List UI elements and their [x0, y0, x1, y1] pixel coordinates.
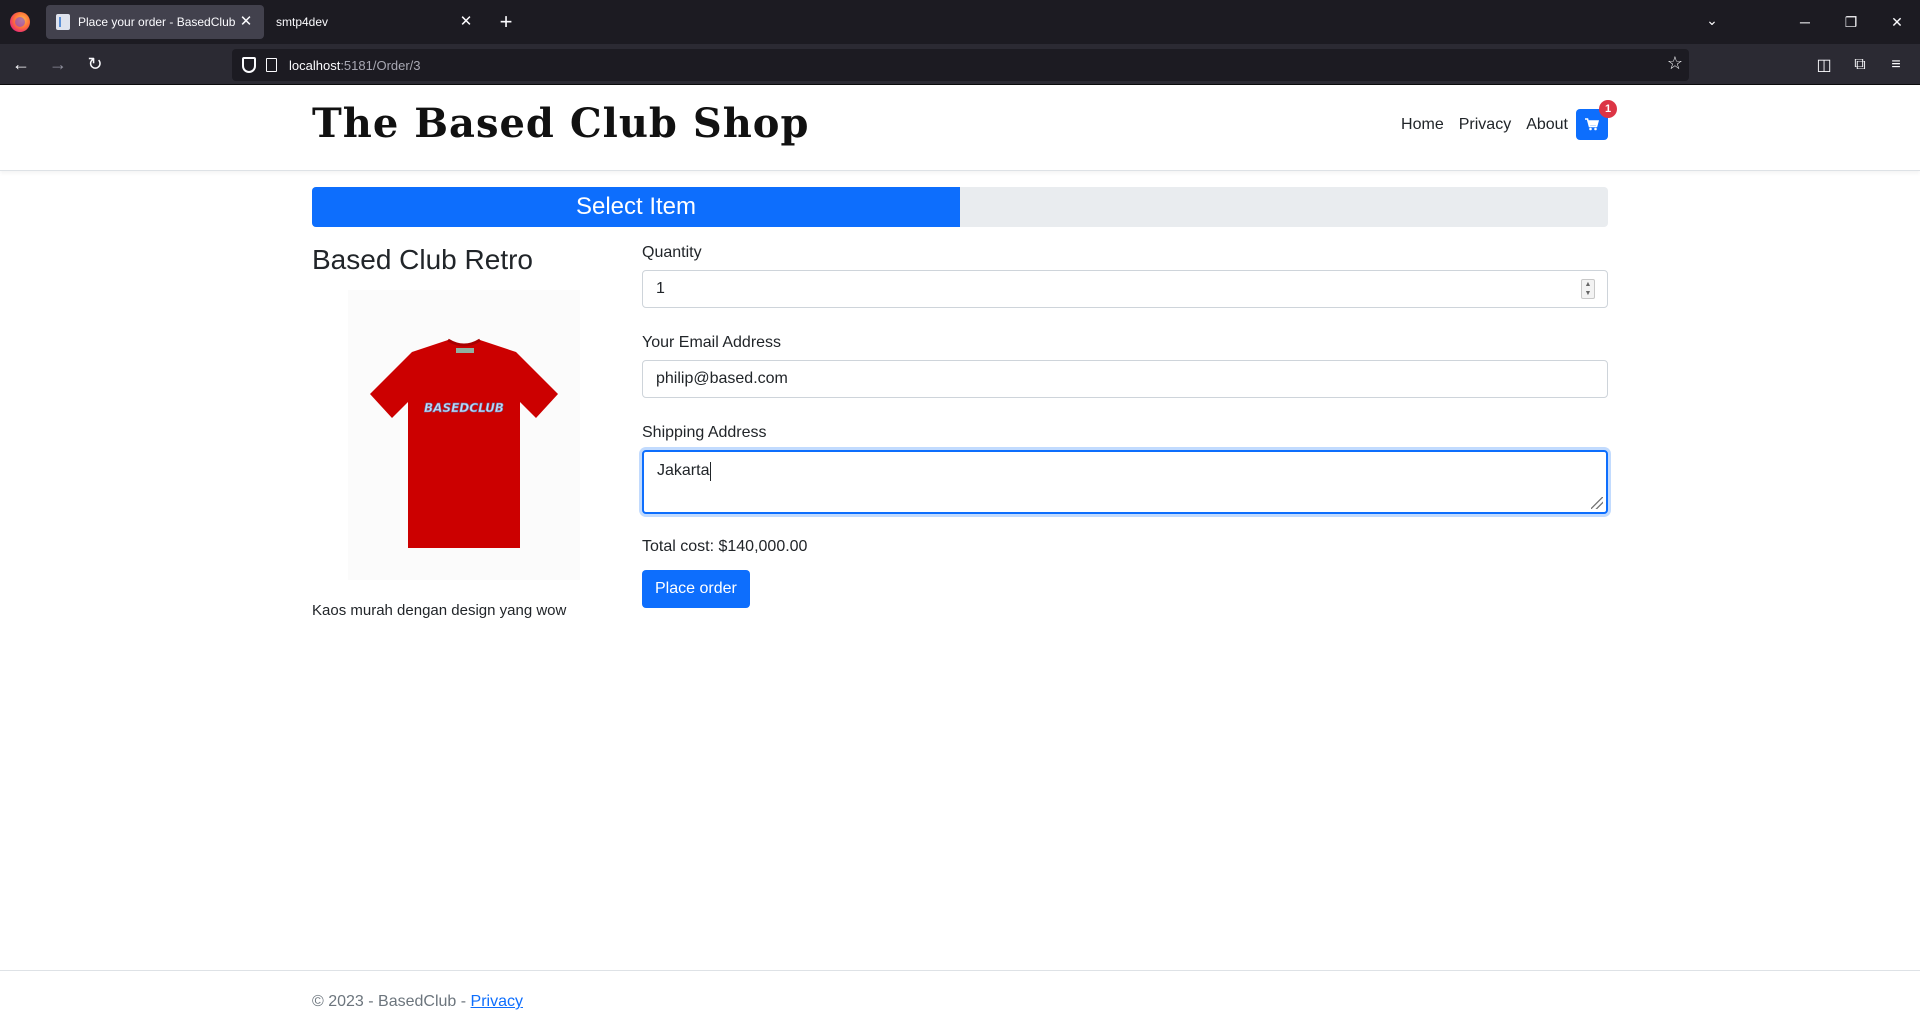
site-nav: Home Privacy About 1 — [1386, 100, 1617, 140]
tab-close-icon[interactable]: ✕ — [458, 14, 474, 30]
nav-home-link[interactable]: Home — [1401, 116, 1444, 134]
site-brand[interactable]: The Based Club Shop — [312, 100, 809, 147]
tab-title: Place your order - BasedClub — [78, 15, 236, 29]
quantity-label: Quantity — [642, 244, 702, 261]
reload-icon[interactable]: ↻ — [79, 48, 111, 80]
browser-toolbar: ← → ↻ localhost:5181/Order/3 ☆ ◫ ⧉ ≡ — [0, 44, 1920, 85]
address-label: Shipping Address — [642, 424, 767, 441]
address-bar[interactable]: localhost:5181/Order/3 ☆ — [232, 49, 1689, 81]
email-group: Your Email Address philip@based.com — [642, 334, 1608, 398]
close-window-icon[interactable]: ✕ — [1874, 0, 1920, 44]
back-arrow-icon[interactable]: ← — [5, 48, 37, 80]
list-all-tabs-chevron-icon[interactable]: ⌄ — [1702, 12, 1722, 32]
order-container: Select Item Based Club Retro BASEDCLUB K… — [312, 187, 1608, 619]
email-field[interactable]: philip@based.com — [642, 360, 1608, 398]
forward-arrow-icon[interactable]: → — [42, 48, 74, 80]
red-tshirt-image: BASEDCLUB — [370, 338, 558, 548]
progress-bar-fill: Select Item — [312, 187, 960, 227]
product-title: Based Club Retro — [312, 244, 534, 275]
extensions-icon[interactable]: ⧉ — [1842, 49, 1878, 81]
tab-smtp4dev[interactable]: smtp4dev ✕ — [266, 5, 484, 39]
address-value: Jakarta — [657, 462, 710, 479]
new-tab-plus-icon[interactable]: + — [492, 8, 520, 36]
cart-count-badge: 1 — [1599, 100, 1617, 118]
page-info-icon[interactable] — [266, 58, 277, 72]
browser-tab-bar: Place your order - BasedClub ✕ smtp4dev … — [0, 0, 1920, 44]
order-progress: Select Item — [312, 187, 1608, 227]
firefox-logo-icon[interactable] — [10, 12, 30, 32]
progress-label: Select Item — [575, 193, 697, 220]
number-spinner-icon[interactable]: ▲ ▼ — [1581, 279, 1595, 299]
email-value: philip@based.com — [656, 370, 788, 387]
address-group: Shipping Address Jakarta — [642, 424, 1608, 514]
nav-about-link[interactable]: About — [1526, 116, 1568, 134]
quantity-stepper[interactable]: 1 ▲ ▼ — [642, 270, 1608, 308]
page-favicon-icon — [56, 14, 70, 30]
shopping-cart-icon — [1585, 118, 1599, 131]
url-path: :5181/Order/3 — [340, 57, 421, 73]
cart-button[interactable]: 1 — [1576, 100, 1617, 140]
footer-privacy-link[interactable]: Privacy — [471, 993, 523, 1010]
product-panel: Based Club Retro BASEDCLUB Kaos murah de… — [312, 244, 602, 619]
resize-grip-icon[interactable] — [1591, 497, 1603, 509]
email-label: Your Email Address — [642, 334, 782, 351]
app-menu-icon[interactable]: ≡ — [1878, 49, 1914, 81]
site-header: The Based Club Shop Home Privacy About 1 — [0, 85, 1920, 171]
product-image: BASEDCLUB — [348, 290, 580, 580]
restore-icon[interactable]: ❐ — [1828, 0, 1874, 44]
place-order-button[interactable]: Place order — [642, 570, 750, 608]
text-caret — [710, 462, 712, 481]
minimize-icon[interactable]: ─ — [1782, 0, 1828, 44]
quantity-value: 1 — [656, 280, 665, 297]
site-footer: © 2023 - BasedClub - Privacy — [0, 970, 1920, 1032]
shirt-print-text: BASEDCLUB — [424, 401, 504, 415]
quantity-group: Quantity 1 ▲ ▼ — [642, 244, 1608, 308]
tab-title: smtp4dev — [276, 15, 329, 29]
bookmark-star-icon[interactable]: ☆ — [1667, 53, 1683, 74]
tab-close-icon[interactable]: ✕ — [238, 14, 254, 30]
footer-copyright: © 2023 - BasedClub - — [312, 993, 471, 1010]
pocket-icon[interactable]: ◫ — [1806, 49, 1842, 81]
tracking-shield-icon[interactable] — [242, 57, 256, 73]
order-form: Quantity 1 ▲ ▼ Your Email Address philip@… — [642, 244, 1608, 608]
total-cost: Total cost: $140,000.00 — [642, 538, 808, 555]
product-description: Kaos murah dengan design yang wow — [312, 602, 567, 619]
tab-place-order[interactable]: Place your order - BasedClub ✕ — [46, 5, 264, 39]
nav-privacy-link[interactable]: Privacy — [1459, 116, 1511, 134]
web-page: The Based Club Shop Home Privacy About 1… — [0, 85, 1920, 1032]
url-host: localhost — [289, 57, 341, 73]
shipping-address-textarea[interactable]: Jakarta — [642, 450, 1608, 514]
